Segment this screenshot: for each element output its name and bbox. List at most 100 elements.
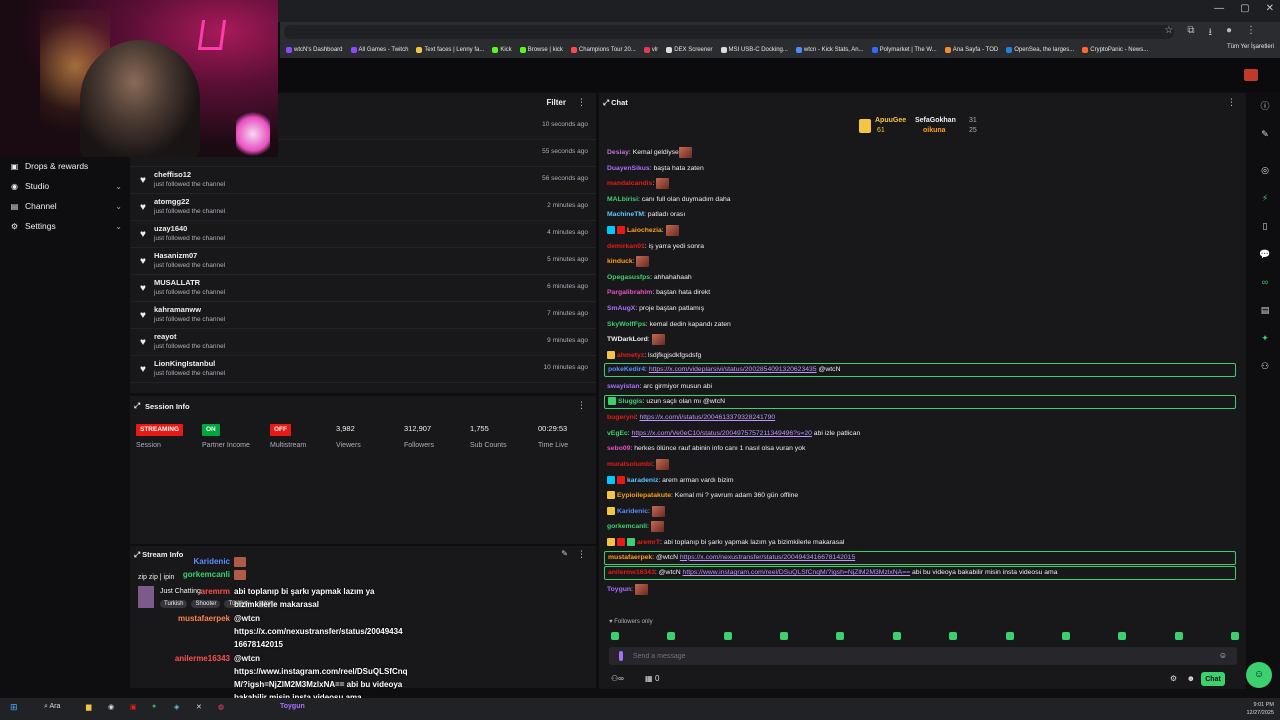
quick-emote-icon[interactable]: [723, 632, 732, 640]
follower-name[interactable]: reayot: [154, 332, 177, 341]
chat-username[interactable]: mustafaerpek: [608, 554, 652, 561]
follower-name[interactable]: atomgg22: [154, 197, 189, 206]
chat-username[interactable]: bugeryni: [607, 414, 636, 421]
more-options-icon[interactable]: ⋮: [577, 549, 586, 560]
follower-name[interactable]: cheffiso12: [154, 170, 191, 179]
chat-username[interactable]: karadeniz: [627, 477, 658, 484]
chat-username[interactable]: Sluggis: [618, 398, 643, 405]
chat-username[interactable]: DuayenSikus: [607, 165, 650, 172]
chat-username[interactable]: swayistan: [607, 383, 640, 390]
bookmark-item[interactable]: Text faces | Lenny fa...: [416, 47, 484, 53]
windows-start-icon[interactable]: ⊞: [10, 702, 18, 713]
bookmark-item[interactable]: Polymarket | The W...: [871, 47, 937, 53]
pencil-icon[interactable]: ✎: [1258, 127, 1272, 141]
tag[interactable]: Shooter: [191, 600, 221, 608]
extension-icon[interactable]: ⧉: [1187, 25, 1194, 42]
mic-icon[interactable]: [619, 651, 623, 661]
quick-emote-icon[interactable]: [780, 632, 789, 640]
filter-button[interactable]: Filter: [546, 98, 566, 107]
minimize-icon[interactable]: —: [1214, 3, 1224, 14]
chat-username[interactable]: Pargalibrahim: [607, 289, 652, 296]
chat-link[interactable]: https://x.com/nexustransfer/status/20049…: [680, 554, 855, 561]
follower-name[interactable]: uzay1640: [154, 224, 187, 233]
chat-username[interactable]: TWDarkLord: [607, 336, 648, 343]
follower-name[interactable]: Hasanizm07: [154, 251, 197, 260]
edit-icon[interactable]: ✎: [561, 549, 568, 558]
points-icon[interactable]: ⚇∞: [611, 674, 624, 683]
chrome-icon[interactable]: ◉: [108, 703, 114, 711]
chat-username[interactable]: Karidenic: [617, 508, 648, 515]
bookmark-item[interactable]: wtcN's Dashboard: [286, 47, 343, 53]
star-icon[interactable]: ☆: [1164, 25, 1173, 42]
sidebar-item-studio[interactable]: ◉ Studio ⌄: [10, 177, 122, 195]
activity-row[interactable]: ♥ Hasanizm07 just followed the channel 5 mi…: [130, 248, 596, 275]
sidebar-item-drops[interactable]: ▣ Drops & rewards: [10, 157, 122, 175]
bookmark-item[interactable]: Browse | kick: [519, 47, 563, 53]
quick-emote-icon[interactable]: [1005, 632, 1014, 640]
activity-row[interactable]: ♥ reayot just followed the channel 9 minute…: [130, 329, 596, 356]
spotify-icon[interactable]: ●: [152, 703, 156, 710]
chat-username[interactable]: mandalcandis: [607, 180, 652, 187]
collapse-icon[interactable]: ⤢: [603, 98, 611, 107]
chat-username[interactable]: Eypioilepatakute: [617, 492, 671, 499]
steam-icon[interactable]: ◈: [174, 703, 179, 711]
chat-bubble-icon[interactable]: 💬: [1258, 247, 1272, 261]
quick-emote-icon[interactable]: [1231, 632, 1239, 640]
follower-name[interactable]: kahramanww: [154, 305, 201, 314]
chat-input-box[interactable]: ☺: [609, 647, 1237, 665]
quick-emote-icon[interactable]: [611, 632, 619, 640]
follower-name[interactable]: LionKingIstanbul: [154, 359, 215, 368]
chat-username[interactable]: Toygun: [607, 586, 631, 593]
sidebar-item-settings[interactable]: ⚙ Settings ⌄: [10, 217, 122, 235]
emote-picker-icon[interactable]: ☻: [1187, 674, 1195, 683]
activity-row[interactable]: ♥ MUSALLATR just followed the channel 6 min…: [130, 275, 596, 302]
chat-username[interactable]: kinduck: [607, 258, 633, 265]
chat-username[interactable]: SkyWolfFps: [607, 321, 646, 328]
expand-icon[interactable]: ⤢: [134, 401, 140, 411]
leader-second-name[interactable]: SefaGokhan: [915, 117, 956, 124]
chat-username[interactable]: vEgEc: [607, 430, 628, 437]
maximize-icon[interactable]: ▢: [1240, 3, 1249, 14]
chat-input[interactable]: [633, 650, 1193, 662]
lightning-icon[interactable]: ⚡: [1258, 191, 1272, 205]
bookmark-item[interactable]: All Games - Twitch: [350, 47, 408, 53]
settings-icon[interactable]: ⚙: [1170, 674, 1177, 683]
all-bookmarks[interactable]: Tüm Yer İşaretleri: [1227, 44, 1274, 50]
chat-link[interactable]: https://x.com/videplarsivi/status/200285…: [649, 366, 817, 373]
valorant-icon[interactable]: ◍: [218, 703, 224, 711]
chat-username[interactable]: MachineTM: [607, 211, 644, 218]
chat-username[interactable]: demirkan01: [607, 243, 645, 250]
layers-icon[interactable]: ▤: [1258, 303, 1272, 317]
document-icon[interactable]: ▯: [1258, 219, 1272, 233]
quick-emote-icon[interactable]: [667, 632, 676, 640]
chat-username[interactable]: sebo09: [607, 445, 630, 452]
menu-icon[interactable]: ⋮: [1246, 25, 1256, 42]
quick-emote-icon[interactable]: [836, 632, 845, 640]
bookmark-item[interactable]: vlr: [643, 47, 658, 53]
link-icon[interactable]: ∞: [1258, 275, 1272, 289]
chat-link[interactable]: https://www.instagram.com/reel/DSuQLSfCn…: [683, 569, 911, 576]
app-icon[interactable]: ▣: [130, 703, 137, 711]
chat-username[interactable]: anilerme16343: [608, 569, 655, 576]
more-options-icon[interactable]: ⋮: [577, 400, 586, 411]
chat-username[interactable]: pokeKedir4: [608, 366, 645, 373]
bookmark-item[interactable]: DEX Screener: [666, 47, 713, 53]
more-options-icon[interactable]: ⋮: [1227, 97, 1236, 108]
activity-row[interactable]: ♥ cheffiso12 just followed the channel 56 s…: [130, 167, 596, 194]
app-icon[interactable]: ✕: [196, 703, 202, 711]
quick-emote-icon[interactable]: [1061, 632, 1070, 640]
chat-username[interactable]: muratsolumbi: [607, 461, 652, 468]
bookmark-item[interactable]: OpenSea, the larges...: [1006, 47, 1074, 53]
activity-row[interactable]: ♥ kahramanww just followed the channel 7 mi…: [130, 302, 596, 329]
chat-username[interactable]: Desiay: [607, 149, 629, 156]
close-icon[interactable]: ✕: [1266, 3, 1274, 14]
leader-third-name[interactable]: oikuna: [923, 127, 946, 134]
calendar-icon[interactable]: ▦: [645, 674, 653, 683]
tag[interactable]: Turkish: [160, 600, 188, 608]
chat-username[interactable]: aremrT: [637, 539, 660, 546]
people-icon[interactable]: ⚇: [1258, 359, 1272, 373]
bookmark-item[interactable]: Ana Sayfa - TOD: [944, 47, 998, 53]
chat-username[interactable]: Opegasusfps: [607, 274, 650, 281]
emoji-icon[interactable]: ☺: [1219, 651, 1227, 660]
category-name[interactable]: Just Chatting: [160, 588, 201, 595]
